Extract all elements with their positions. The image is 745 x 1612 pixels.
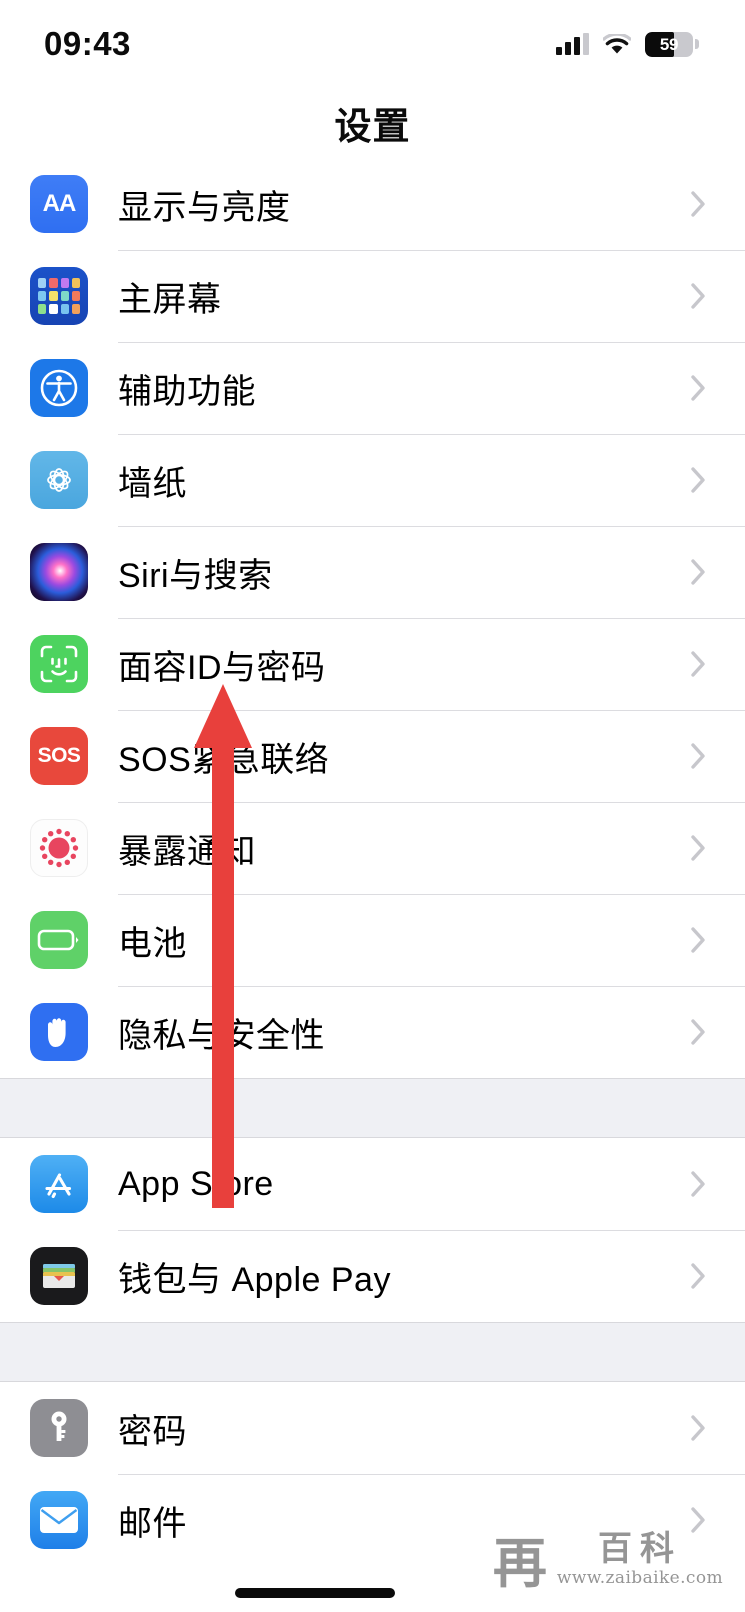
settings-row-battery[interactable]: 电池 — [0, 894, 745, 986]
settings-row-display-brightness[interactable]: AA 显示与亮度 — [0, 158, 745, 250]
status-bar-time: 09:43 — [44, 25, 131, 62]
settings-row-exposure-notifications[interactable]: 暴露通知 — [0, 802, 745, 894]
chevron-right-icon — [691, 742, 707, 770]
settings-row-label: Siri与搜索 — [118, 556, 273, 595]
passwords-icon — [30, 1399, 88, 1457]
settings-row-label: App Store — [118, 1164, 274, 1203]
chevron-right-icon — [691, 558, 707, 586]
emergency-sos-icon: SOS — [30, 727, 88, 785]
exposure-notifications-icon — [30, 819, 88, 877]
wallet-apple-pay-icon — [30, 1247, 88, 1305]
cellular-signal-icon — [556, 33, 589, 55]
settings-row-app-store[interactable]: App Store — [0, 1138, 745, 1230]
settings-row-siri-search[interactable]: Siri与搜索 — [0, 526, 745, 618]
display-brightness-icon: AA — [30, 175, 88, 233]
settings-row-wallpaper[interactable]: 墙纸 — [0, 434, 745, 526]
watermark-mark: 再 — [492, 1531, 547, 1596]
wifi-icon — [603, 33, 631, 55]
mail-icon — [30, 1491, 88, 1549]
settings-row-accessibility[interactable]: 辅助功能 — [0, 342, 745, 434]
section-divider-accounts — [0, 1322, 745, 1382]
status-bar-indicators: 59 — [556, 31, 699, 57]
watermark-url: www.zaibaike.com — [556, 1568, 723, 1588]
watermark: 再 百科 www.zaibaike.com — [492, 1531, 723, 1596]
battery-icon: 59 — [645, 31, 699, 57]
privacy-security-icon — [30, 1003, 88, 1061]
settings-screen: 09:43 59 设置 AA 显示与亮度 主屏幕 辅助功能 墙纸 Siri与搜索… — [0, 0, 745, 1612]
chevron-right-icon — [691, 1018, 707, 1046]
app-store-icon — [30, 1155, 88, 1213]
chevron-right-icon — [691, 190, 707, 218]
status-bar: 09:43 59 — [0, 0, 745, 88]
chevron-right-icon — [691, 374, 707, 402]
wallpaper-icon — [30, 451, 88, 509]
settings-row-emergency-sos[interactable]: SOS SOS紧急联络 — [0, 710, 745, 802]
settings-row-label: 面容ID与密码 — [118, 648, 326, 687]
face-id-icon — [30, 635, 88, 693]
home-screen-icon — [30, 267, 88, 325]
settings-row-label: SOS紧急联络 — [118, 740, 330, 779]
settings-row-face-id-passcode[interactable]: 面容ID与密码 — [0, 618, 745, 710]
chevron-right-icon — [691, 1170, 707, 1198]
settings-row-label: 隐私与安全性 — [118, 1016, 325, 1055]
battery-settings-icon — [30, 911, 88, 969]
settings-row-label: 密码 — [118, 1412, 187, 1451]
chevron-right-icon — [691, 1414, 707, 1442]
chevron-right-icon — [691, 1506, 707, 1534]
settings-row-passwords[interactable]: 密码 — [0, 1382, 745, 1474]
settings-row-label: 钱包与 Apple Pay — [118, 1260, 391, 1299]
settings-row-privacy-security[interactable]: 隐私与安全性 — [0, 986, 745, 1078]
chevron-right-icon — [691, 282, 707, 310]
settings-group-system: AA 显示与亮度 主屏幕 辅助功能 墙纸 Siri与搜索 面容ID与密码 SOS… — [0, 158, 745, 1078]
settings-row-wallet-apple-pay[interactable]: 钱包与 Apple Pay — [0, 1230, 745, 1322]
watermark-text-group: 百科 www.zaibaike.com — [557, 1532, 723, 1588]
settings-row-label: 电池 — [118, 924, 187, 963]
home-indicator — [235, 1588, 395, 1598]
settings-row-label: 墙纸 — [118, 464, 187, 503]
chevron-right-icon — [691, 926, 707, 954]
settings-row-label: 辅助功能 — [118, 372, 256, 411]
settings-row-label: 暴露通知 — [118, 832, 256, 871]
settings-row-label: 显示与亮度 — [118, 188, 291, 227]
siri-search-icon — [30, 543, 88, 601]
settings-group-store: App Store 钱包与 Apple Pay — [0, 1138, 745, 1322]
chevron-right-icon — [691, 834, 707, 862]
settings-row-home-screen[interactable]: 主屏幕 — [0, 250, 745, 342]
settings-row-label: 邮件 — [118, 1504, 187, 1543]
page-title: 设置 — [334, 106, 411, 147]
battery-percent: 59 — [659, 34, 679, 54]
battery-cap — [695, 39, 699, 49]
accessibility-icon — [30, 359, 88, 417]
settings-list[interactable]: AA 显示与亮度 主屏幕 辅助功能 墙纸 Siri与搜索 面容ID与密码 SOS… — [0, 158, 745, 1566]
chevron-right-icon — [691, 466, 707, 494]
watermark-name: 百科 — [597, 1529, 682, 1570]
chevron-right-icon — [691, 650, 707, 678]
chevron-right-icon — [691, 1262, 707, 1290]
section-divider-store — [0, 1078, 745, 1138]
settings-row-label: 主屏幕 — [118, 280, 222, 319]
